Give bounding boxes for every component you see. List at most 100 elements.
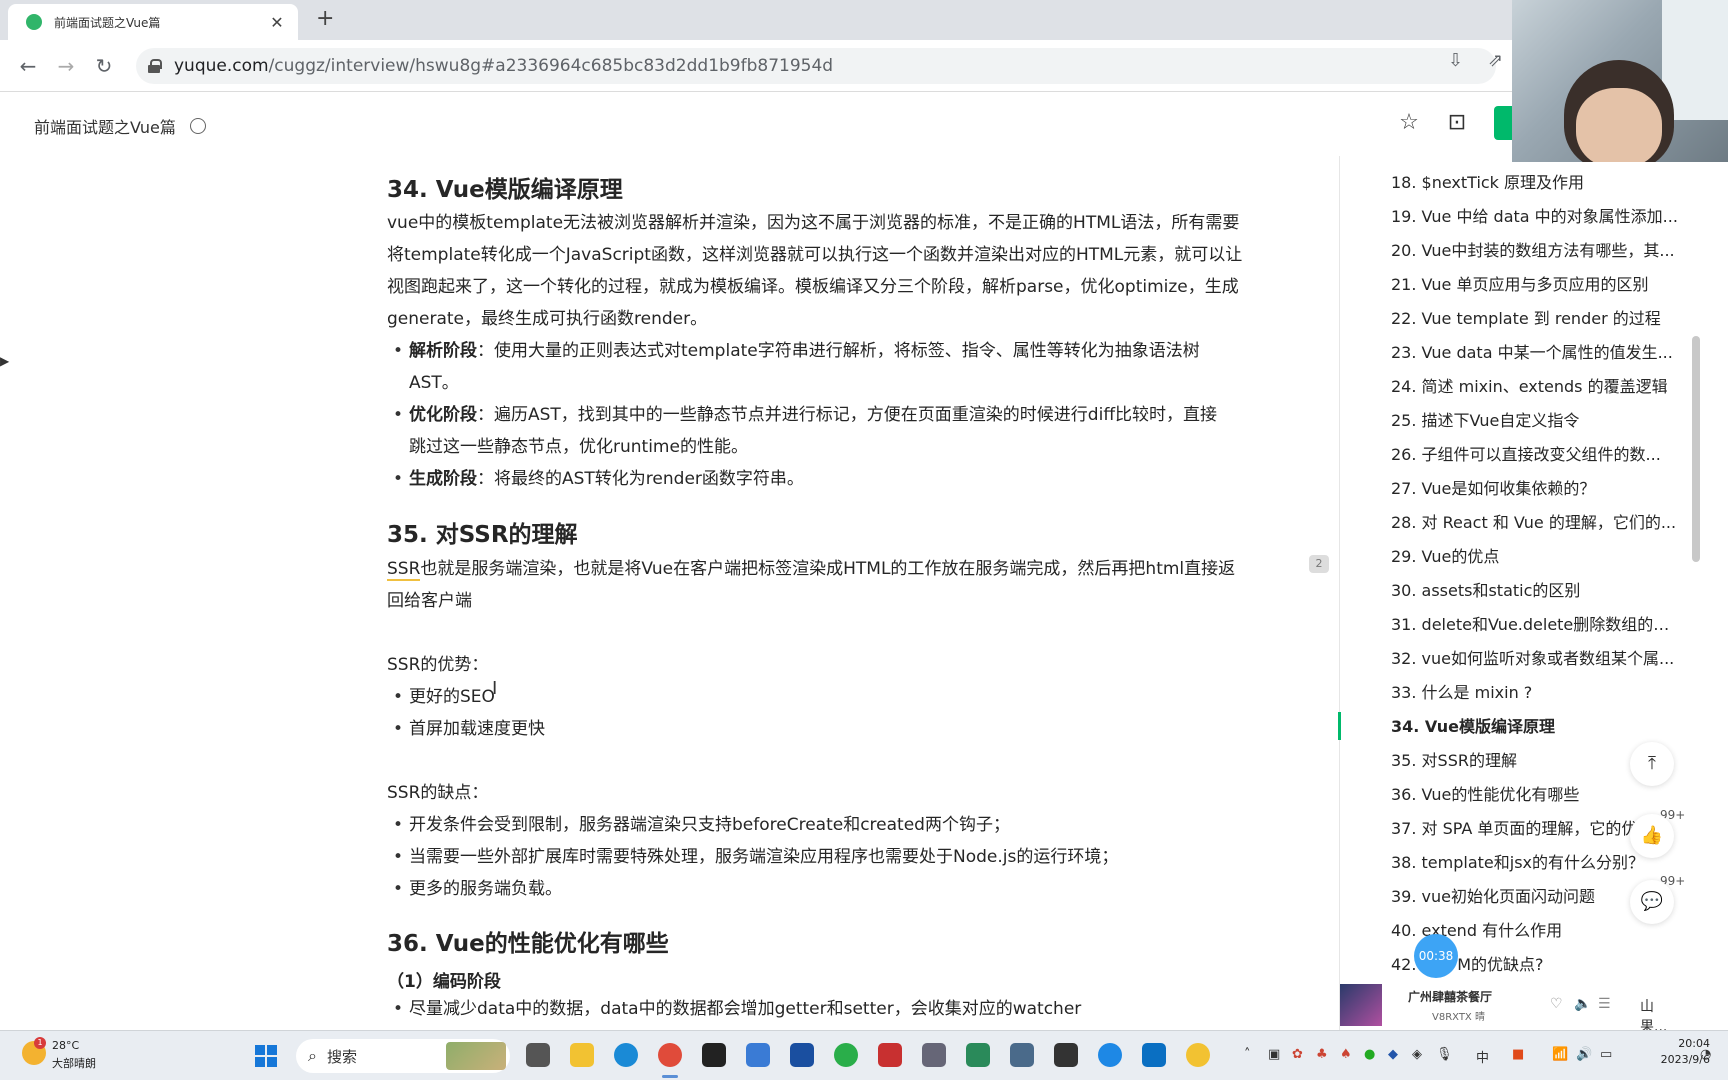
windows-taskbar: 1 28°C 大部晴朗 ⌕ 搜索 ˄ ▣ ✿ ♣ ♠ ● ◆ ◈ 🎙 中 ■ 📶… (0, 1030, 1728, 1080)
tray-app-icon[interactable]: ■ (1512, 1047, 1524, 1062)
presentation-icon[interactable]: ⊡ (1444, 110, 1470, 136)
browser-tab[interactable]: 前端面试题之Vue篇 ✕ (8, 4, 298, 40)
playlist-icon[interactable]: ☰ (1598, 996, 1611, 1012)
tray-shield-icon[interactable]: ◆ (1388, 1047, 1398, 1062)
app-blue-icon[interactable] (1098, 1043, 1122, 1067)
wifi-icon[interactable]: 📶 (1552, 1047, 1568, 1062)
toc-item[interactable]: 28. 对 React 和 Vue 的理解，它们的... (1391, 506, 1681, 540)
book-info-icon[interactable] (189, 118, 206, 134)
new-tab-button[interactable]: + (316, 6, 334, 31)
toc-item[interactable]: 30. assets和static的区别 (1391, 574, 1681, 608)
wechat-icon[interactable] (834, 1043, 858, 1067)
search-label: 搜索 (326, 1047, 357, 1066)
toc-item[interactable]: 33. 什么是 mixin ? (1391, 676, 1681, 710)
comment-count-badge[interactable]: 2 (1309, 555, 1329, 573)
tray-app-icon[interactable]: ♠ (1340, 1047, 1352, 1062)
subheading: （1）编码阶段 (387, 972, 501, 992)
tray-app-icon[interactable]: ♣ (1316, 1047, 1328, 1062)
comment-highlight[interactable]: SSR (387, 559, 421, 581)
song-subtitle: V8RXTX 晴 (1432, 1012, 1485, 1023)
volume-icon[interactable]: 🔊 (1576, 1047, 1592, 1062)
like-icon[interactable]: 👍 (1630, 814, 1674, 858)
reload-icon[interactable]: ↻ (90, 52, 118, 80)
tray-app-icon[interactable]: ✿ (1292, 1047, 1303, 1062)
list-item-continuation: AST。 (409, 373, 459, 393)
back-arrow-icon[interactable]: ← (14, 52, 42, 80)
remote-desktop-icon[interactable] (966, 1043, 990, 1067)
edge-icon[interactable] (614, 1043, 638, 1067)
toc-item[interactable]: 21. Vue 单页应用与多页应用的区别 (1391, 268, 1681, 302)
album-art (1340, 984, 1382, 1026)
ime-indicator[interactable]: 中 (1476, 1047, 1489, 1066)
app-yellow-icon[interactable] (1186, 1043, 1210, 1067)
paragraph-line: vue中的模板template无法被浏览器解析并渲染，因为这不属于浏览器的标准，… (387, 213, 1240, 233)
chrome-icon[interactable] (658, 1043, 682, 1067)
address-bar: ← → ↻ yuque.com/cuggz/interview/hswu8g#a… (0, 40, 1728, 92)
lock-icon (148, 59, 162, 73)
toc-item[interactable]: 18. $nextTick 原理及作用 (1391, 166, 1681, 200)
toc-item[interactable]: 19. Vue 中给 data 中的对象属性添加... (1391, 200, 1681, 234)
task-view-icon[interactable] (526, 1043, 550, 1067)
list-item: 优化阶段：遍历AST，找到其中的一些静态节点并进行标记，方便在页面重渲染的时候进… (393, 399, 1217, 431)
store-icon[interactable] (746, 1043, 770, 1067)
monitor-icon[interactable] (1010, 1043, 1034, 1067)
tray-app-icon[interactable]: ▣ (1268, 1047, 1280, 1062)
file-explorer-icon[interactable] (570, 1043, 594, 1067)
toc-item[interactable]: 22. Vue template 到 render 的过程 (1391, 302, 1681, 336)
vscode-icon[interactable] (1142, 1043, 1166, 1067)
back-to-top-icon[interactable]: ⤒ (1630, 742, 1674, 786)
book-title: 前端面试题之Vue篇 (34, 118, 176, 137)
microphone-icon[interactable]: 🎙 (1436, 1047, 1453, 1062)
close-tab-icon[interactable]: ✕ (268, 13, 286, 32)
list-item: 当需要一些外部扩展库时需要特殊处理，服务端渲染应用程序也需要处于Node.js的… (393, 841, 1118, 873)
toc-item[interactable]: 34. Vue模版编译原理 (1391, 710, 1681, 744)
toc-item[interactable]: 20. Vue中封装的数组方法有哪些，其... (1391, 234, 1681, 268)
heart-icon[interactable]: ♡ (1550, 996, 1563, 1012)
security-icon[interactable] (790, 1043, 814, 1067)
expand-sidebar-icon[interactable]: ▶ (0, 346, 14, 376)
list-item-continuation: 跳过这一些静态节点，优化runtime的性能。 (409, 437, 748, 457)
typora-icon[interactable] (1054, 1043, 1078, 1067)
toc-item[interactable]: 26. 子组件可以直接改变父组件的数... (1391, 438, 1681, 472)
app-red-icon[interactable] (878, 1043, 902, 1067)
toc-item[interactable]: 23. Vue data 中某一个属性的值发生... (1391, 336, 1681, 370)
windows-start-icon[interactable] (255, 1045, 277, 1067)
battery-icon[interactable]: ▭ (1600, 1047, 1612, 1062)
list-item: 生成阶段：将最终的AST转化为render函数字符串。 (393, 463, 804, 495)
forward-arrow-icon[interactable]: → (52, 52, 80, 80)
toc-item[interactable]: 36. Vue的性能优化有哪些 (1391, 778, 1681, 812)
share-icon[interactable]: ⇗ (1488, 50, 1503, 71)
toc-scrollbar[interactable] (1692, 336, 1700, 562)
toc-divider (1339, 156, 1340, 1030)
recording-timer[interactable]: 00:38 (1414, 934, 1458, 978)
settings-gear-icon[interactable] (922, 1043, 946, 1067)
url-input[interactable]: yuque.com/cuggz/interview/hswu8g#a233696… (136, 48, 1496, 84)
active-app-indicator (662, 1075, 678, 1078)
search-icon: ⌕ (308, 1046, 317, 1065)
webcam-person-face (1576, 88, 1662, 162)
toc-item[interactable]: 32. vue如何监听对象或者数组某个属... (1391, 642, 1681, 676)
tray-app-icon[interactable]: ◈ (1412, 1047, 1422, 1062)
volume-icon[interactable]: 🔈 (1574, 996, 1591, 1012)
toc-item[interactable]: 25. 描述下Vue自定义指令 (1391, 404, 1681, 438)
webcam-overlay (1512, 0, 1728, 162)
url-text: yuque.com/cuggz/interview/hswu8g#a233696… (174, 56, 834, 76)
toc-item[interactable]: 29. Vue的优点 (1391, 540, 1681, 574)
terminal-icon[interactable] (702, 1043, 726, 1067)
star-icon[interactable]: ☆ (1396, 110, 1422, 136)
heading-35: 35. 对SSR的理解 (387, 522, 578, 548)
toc-item[interactable]: 31. delete和Vue.delete删除数组的区别 (1391, 608, 1681, 642)
list-item: 首屏加载速度更快 (393, 713, 545, 745)
tray-wechat-icon[interactable]: ● (1364, 1047, 1375, 1062)
install-app-icon[interactable]: ⇩ (1448, 50, 1463, 71)
comment-icon[interactable]: 💬 (1630, 880, 1674, 924)
toc-item[interactable]: 27. Vue是如何收集依赖的？ (1391, 472, 1681, 506)
taskbar-search[interactable]: ⌕ 搜索 (296, 1039, 510, 1073)
notifications-icon[interactable]: ◔ (1700, 1047, 1711, 1062)
breadcrumb[interactable]: 前端面试题之Vue篇 (34, 114, 206, 138)
toc-item[interactable]: 24. 简述 mixin、extends 的覆盖逻辑 (1391, 370, 1681, 404)
paragraph-line: generate，最终生成可执行函数render。 (387, 309, 708, 329)
tray-chevron-icon[interactable]: ˄ (1244, 1047, 1251, 1062)
paragraph-line: 回给客户端 (387, 591, 472, 611)
notification-badge: 1 (34, 1037, 46, 1049)
